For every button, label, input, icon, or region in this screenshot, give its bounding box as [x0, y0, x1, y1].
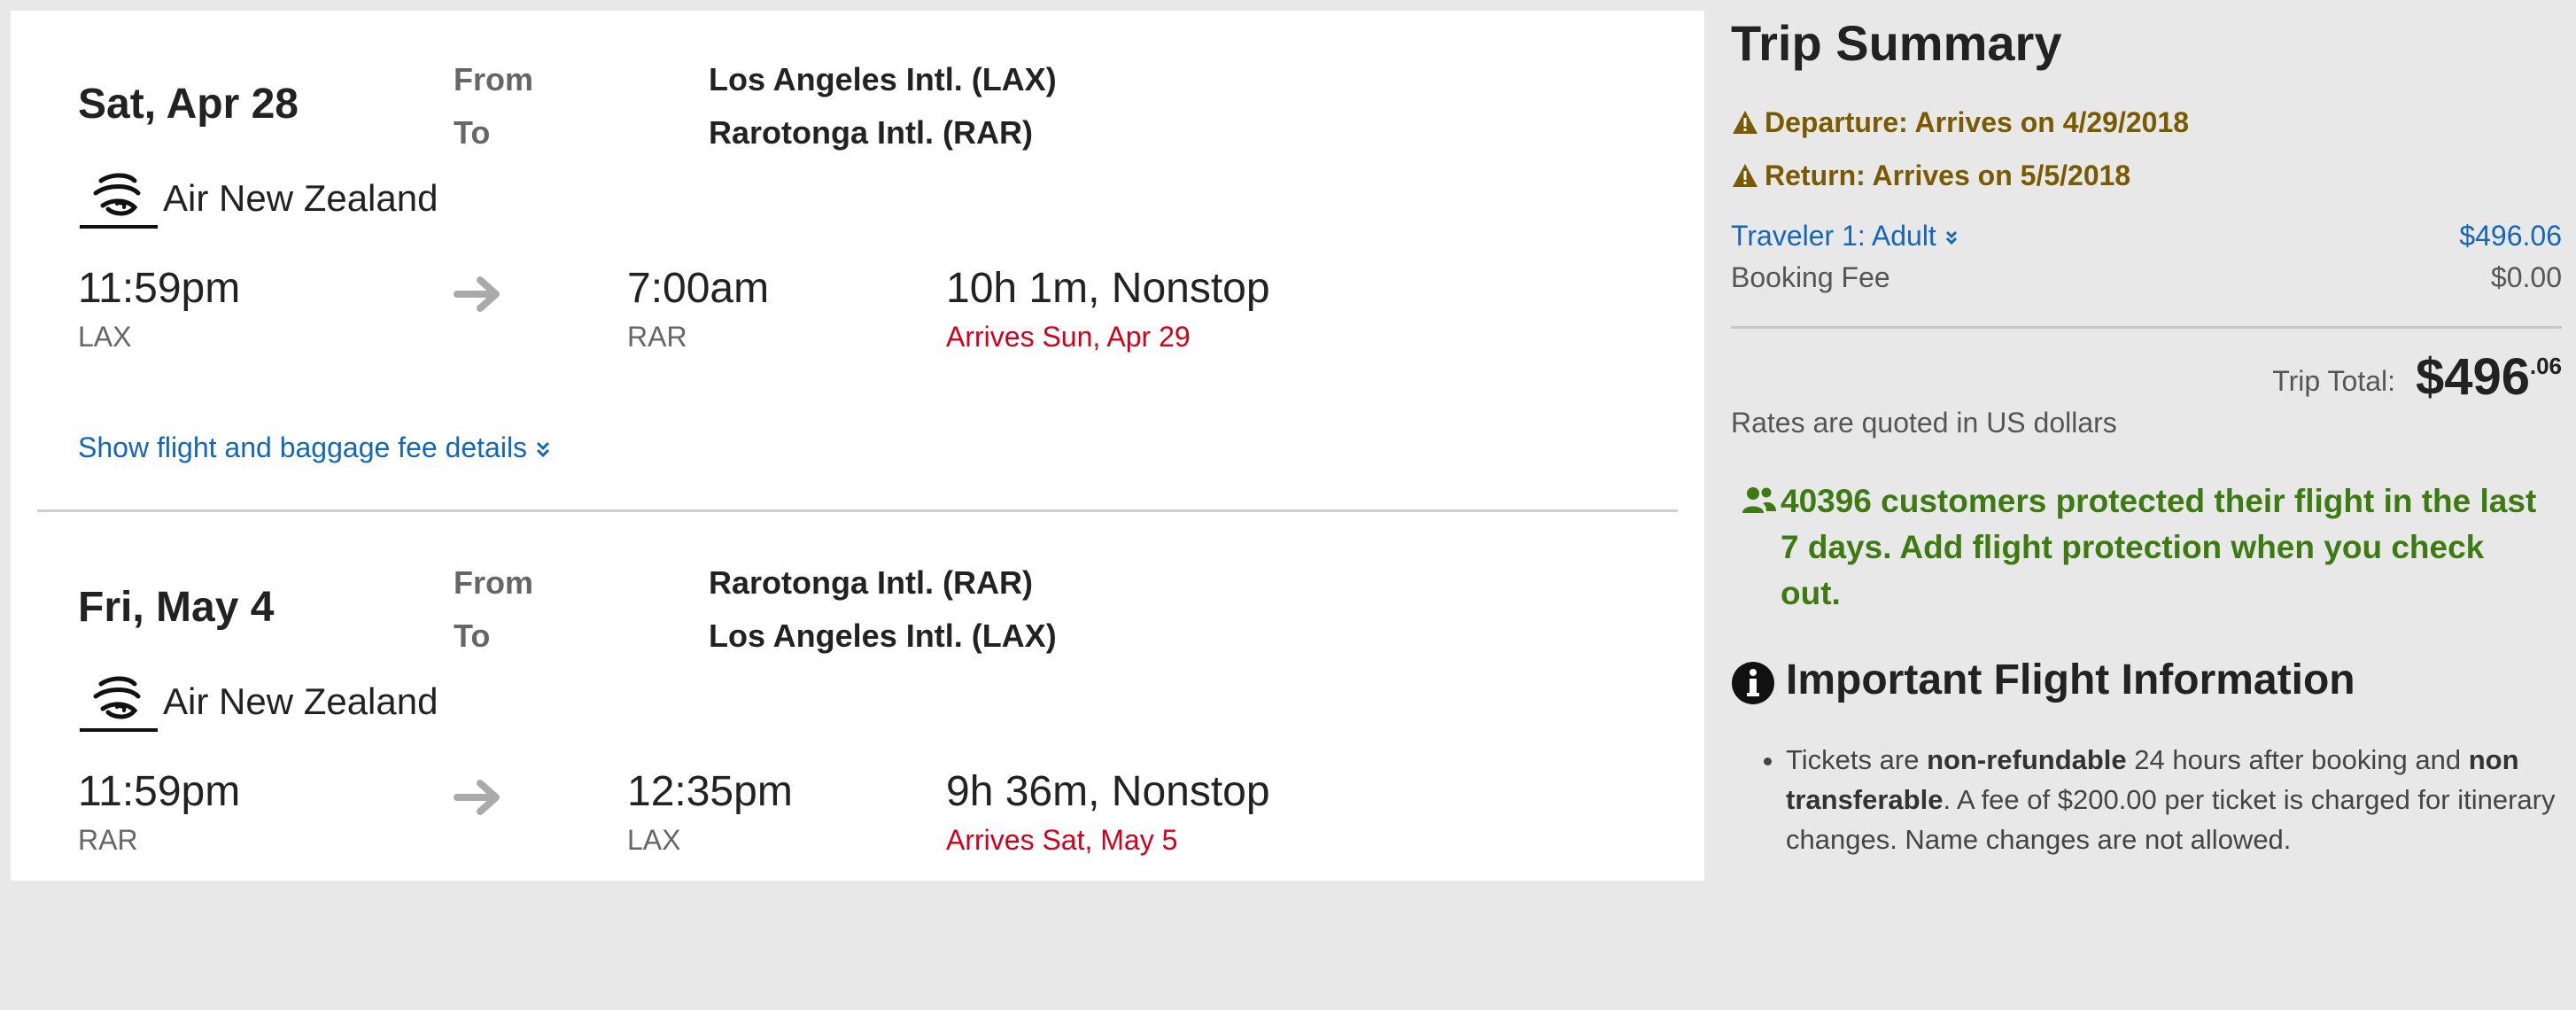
arrival-code: RAR [627, 321, 687, 353]
show-details-label: Show flight and baggage fee details [78, 431, 528, 463]
arrival-date-note: Arrives Sun, Apr 29 [946, 321, 1191, 353]
flight-duration: 10h 1m, Nonstop [946, 265, 1270, 312]
arrow-right-icon [454, 780, 500, 815]
to-label: To [454, 114, 491, 151]
departure-time: 11:59pm [78, 265, 241, 312]
arrival-time: 7:00am [627, 265, 770, 312]
arrival-date-note: Arrives Sat, May 5 [946, 824, 1178, 856]
leg-date: Fri, May 4 [78, 584, 275, 631]
air-new-zealand-logo-icon [80, 173, 158, 229]
to-airport: Rarotonga Intl. (RAR) [709, 114, 1033, 151]
info-text: 24 hours after booking and [2126, 744, 2469, 775]
arrival-code: LAX [627, 824, 681, 856]
summary-divider [1731, 326, 2562, 329]
flight-details-panel: Sat, Apr 28 From To Los Angeles Intl. (L… [11, 11, 1704, 881]
traveler-price-toggle[interactable]: Traveler 1: Adult [1731, 220, 1959, 252]
to-label: To [454, 618, 491, 654]
from-airport: Los Angeles Intl. (LAX) [709, 61, 1057, 97]
return-warning: Return: Arrives on 5/5/2018 [1731, 159, 2130, 192]
trip-total-dollars: $496 [2415, 348, 2530, 406]
important-info-item: Tickets are non-refundable 24 hours afte… [1786, 740, 2565, 859]
warning-triangle-icon [1733, 164, 1757, 187]
important-info-list: Tickets are non-refundable 24 hours afte… [1761, 740, 2565, 859]
trip-summary-title: Trip Summary [1731, 15, 2062, 71]
important-info-title: Important Flight Information [1786, 656, 2355, 703]
flight-protection-message: 40396 customers protected their flight i… [1781, 483, 2537, 611]
departure-code: RAR [78, 824, 138, 856]
booking-fee-price: $0.00 [2490, 261, 2562, 293]
traveler-label: Traveler 1: Adult [1731, 220, 1936, 252]
flight-leg-outbound: Sat, Apr 28 From To Los Angeles Intl. (L… [11, 11, 1704, 507]
chevron-double-down-icon [536, 441, 549, 458]
users-icon [1742, 487, 1776, 513]
to-airport: Los Angeles Intl. (LAX) [709, 618, 1057, 654]
chevron-double-down-icon [1945, 230, 1957, 245]
airline-name: Air New Zealand [163, 177, 438, 219]
booking-fee-label: Booking Fee [1731, 261, 1890, 293]
trip-total-cents: .06 [2529, 353, 2562, 379]
air-new-zealand-logo-icon [80, 676, 158, 732]
from-label: From [454, 61, 533, 97]
leg-divider [37, 509, 1678, 512]
warning-text: Departure: Arrives on 4/29/2018 [1765, 106, 2190, 138]
warning-text: Return: Arrives on 5/5/2018 [1765, 159, 2131, 191]
leg-date: Sat, Apr 28 [78, 81, 299, 128]
from-airport: Rarotonga Intl. (RAR) [709, 564, 1033, 601]
airline-name: Air New Zealand [163, 680, 438, 722]
arrival-time: 12:35pm [627, 768, 793, 815]
flight-leg-return: Fri, May 4 From To Rarotonga Intl. (RAR)… [11, 514, 1704, 1010]
departure-code: LAX [78, 321, 132, 353]
show-details-link[interactable]: Show flight and baggage fee details [78, 431, 551, 464]
departure-warning: Departure: Arrives on 4/29/2018 [1731, 106, 2189, 139]
arrow-right-icon [454, 276, 500, 312]
traveler-price: $496.06 [2459, 220, 2562, 252]
trip-summary-panel: Trip Summary Departure: Arrives on 4/29/… [1704, 0, 2576, 881]
trip-total-label: Trip Total: [2272, 365, 2395, 397]
from-label: From [454, 564, 533, 601]
warning-triangle-icon [1733, 111, 1757, 134]
flight-duration: 9h 36m, Nonstop [946, 768, 1270, 815]
departure-time: 11:59pm [78, 768, 241, 815]
info-emphasis: non-refundable [1927, 744, 2127, 775]
info-circle-icon [1732, 662, 1774, 704]
info-text: Tickets are [1786, 744, 1928, 775]
rates-note: Rates are quoted in US dollars [1731, 407, 2117, 439]
